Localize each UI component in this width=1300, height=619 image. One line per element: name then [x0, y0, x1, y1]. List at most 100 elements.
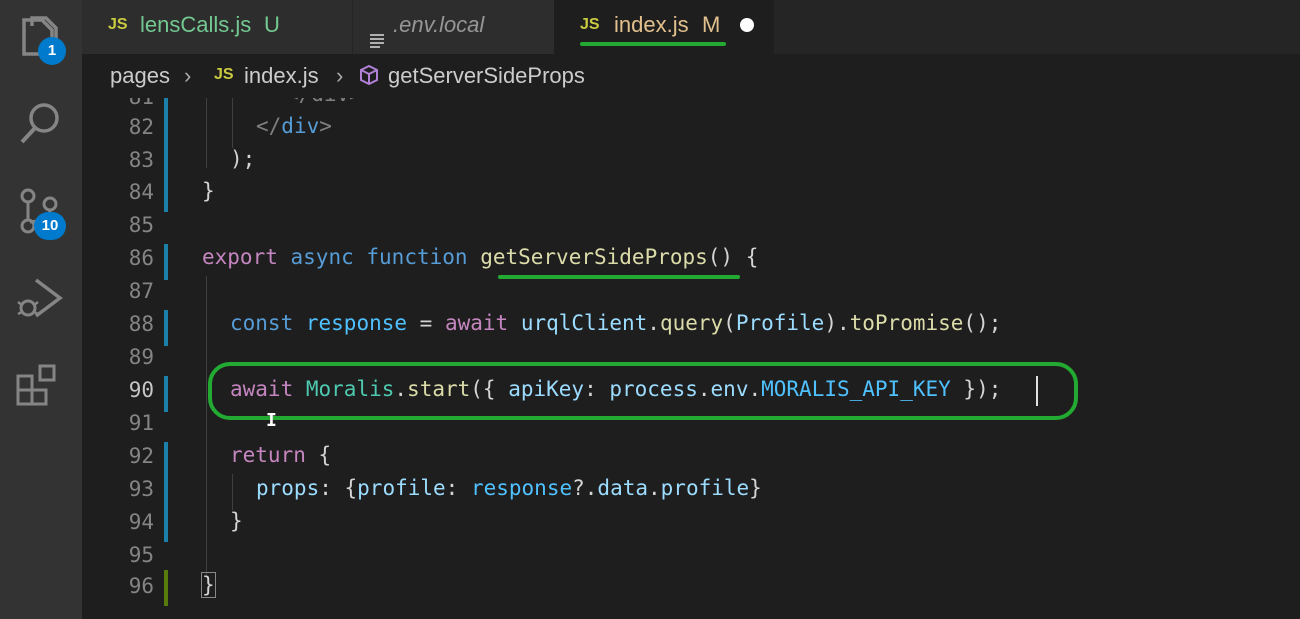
code-token: :: [445, 476, 471, 500]
chevron-right-icon: ›: [336, 63, 344, 88]
indent-guide: [206, 98, 207, 168]
code-token: {: [305, 443, 332, 467]
indent-guide: [206, 276, 207, 576]
code-token: );: [230, 147, 256, 171]
line-number: 82: [128, 115, 154, 139]
line-number: 86: [128, 246, 154, 270]
code-token: div: [281, 114, 320, 138]
indent-guide: [232, 474, 233, 510]
code-line-93: props: {profile: response?.data.profile}: [256, 476, 762, 500]
explorer-badge: 1: [38, 37, 66, 65]
indent-guide: [232, 98, 233, 148]
breadcrumb: pages › JS index.js › getServerSideProps: [82, 54, 1300, 98]
js-file-icon: JS: [214, 66, 234, 83]
code-line-83: );: [230, 147, 255, 171]
tab-label: lensCalls.js: [140, 12, 252, 37]
code-token: profile: [357, 476, 446, 500]
git-modified-gutter[interactable]: [164, 310, 168, 346]
activity-bar: 1 10: [0, 0, 82, 619]
code-token: }: [202, 179, 215, 203]
code-token: ).: [824, 311, 850, 335]
code-token: ();: [963, 311, 1002, 335]
code-token: export: [202, 245, 278, 269]
code-token: </: [256, 114, 282, 138]
line-number: 87: [128, 279, 154, 303]
run-debug-icon[interactable]: [14, 272, 66, 324]
line-number: 85: [128, 213, 154, 237]
line-number: 81: [82, 98, 154, 109]
code-token: response: [305, 311, 408, 335]
tab-lenscalls[interactable]: JS lensCalls.js U: [82, 0, 352, 54]
line-number: 96: [128, 574, 154, 598]
breadcrumb-folder[interactable]: pages: [110, 63, 170, 89]
code-token: ?.: [572, 476, 598, 500]
breadcrumb-symbol[interactable]: getServerSideProps: [388, 63, 585, 89]
code-token: profile: [660, 476, 750, 500]
code-token: .: [648, 476, 661, 500]
code-editor[interactable]: 81 82 83 84 85 86 87 88 89 90 91 92 93 9…: [82, 98, 1300, 619]
breadcrumb-file[interactable]: index.js: [244, 63, 319, 89]
code-token: =: [407, 311, 445, 335]
code-line-84: }: [202, 179, 215, 203]
code-line-92: return {: [230, 443, 331, 467]
code-token: </div>: [286, 98, 362, 106]
tab-label: .env.local: [393, 12, 485, 37]
line-number: 94: [128, 510, 154, 534]
code-token: Profile: [735, 311, 825, 335]
extensions-icon[interactable]: [14, 360, 66, 412]
code-token: await: [444, 311, 509, 335]
code-token: getServerSideProps: [480, 245, 708, 269]
code-token: props: [256, 476, 320, 500]
line-number: 88: [128, 312, 154, 336]
line-number: 91: [128, 411, 154, 435]
git-added-gutter[interactable]: [164, 570, 168, 606]
code-token: }: [749, 476, 762, 500]
git-modified-gutter[interactable]: [164, 244, 168, 280]
code-line-81: </div>: [286, 98, 362, 106]
line-number: 84: [128, 180, 154, 204]
function-annotation-underline: [498, 275, 740, 279]
git-modified-gutter[interactable]: [164, 376, 168, 412]
code-line-96: }: [201, 572, 216, 598]
tab-env-local[interactable]: .env.local: [352, 0, 554, 54]
tab-annotation-underline: [580, 42, 726, 46]
source-control-badge: 10: [34, 212, 66, 240]
code-token: const: [230, 311, 294, 335]
code-token: async: [290, 245, 354, 269]
code-token: toPromise: [849, 311, 964, 335]
code-token: data: [597, 476, 648, 500]
code-token: .: [647, 311, 660, 335]
code-line-88: const response = await urqlClient.query(…: [230, 311, 1001, 335]
code-token: urqlClient: [520, 311, 648, 335]
tab-bar: JS lensCalls.js U .env.local JS index.js…: [82, 0, 1300, 54]
code-token: response: [470, 476, 573, 500]
js-file-icon: JS: [108, 16, 128, 33]
chevron-right-icon: ›: [184, 63, 192, 88]
code-token: (: [723, 311, 736, 335]
method-cube-icon: [358, 64, 380, 92]
code-token: : {: [319, 476, 358, 500]
line-number: 93: [128, 477, 154, 501]
code-token: }: [202, 573, 215, 597]
code-token: () {: [707, 245, 759, 269]
git-modified-gutter[interactable]: [164, 442, 168, 542]
code-line-86: export async function getServerSideProps…: [202, 245, 758, 269]
code-token: >: [319, 114, 332, 138]
tab-status-untracked: U: [264, 12, 280, 37]
line-number: 83: [128, 148, 154, 172]
code-line-82: </div>: [256, 114, 332, 138]
line-annotation-oval: [208, 362, 1078, 420]
line-number: 95: [128, 543, 154, 567]
line-number: 90: [128, 378, 154, 402]
code-token: query: [659, 311, 724, 335]
git-modified-gutter[interactable]: [164, 98, 168, 212]
code-line-94: }: [230, 509, 243, 533]
unsaved-dot-icon[interactable]: [740, 18, 754, 32]
search-icon[interactable]: [14, 98, 66, 150]
line-number: 92: [128, 444, 154, 468]
code-token: function: [366, 245, 468, 269]
code-token: }: [230, 509, 243, 533]
mouse-ibeam-icon: I: [266, 410, 277, 431]
line-number: 89: [128, 345, 154, 369]
code-token: return: [230, 443, 306, 467]
